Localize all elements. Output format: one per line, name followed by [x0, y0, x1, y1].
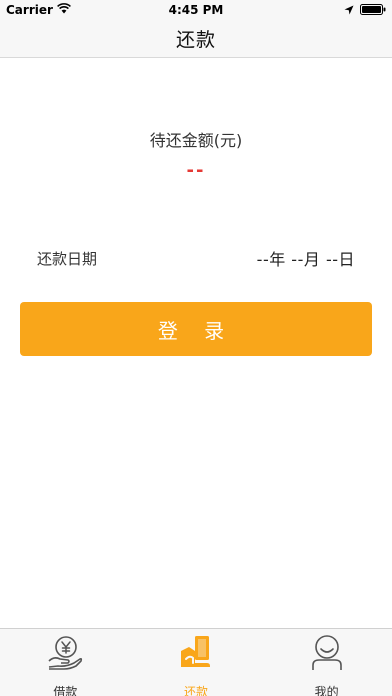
tab-repay[interactable]: 还款 — [131, 629, 262, 696]
user-profile-icon — [308, 633, 346, 675]
status-time: 4:45 PM — [168, 3, 224, 17]
repay-hand-icon — [177, 633, 215, 675]
due-date-value: --年 --月 --日 — [256, 250, 355, 269]
page-title: 还款 — [175, 29, 216, 51]
tab-label-loan: 借款 — [53, 685, 78, 696]
battery-icon — [360, 4, 386, 18]
tab-label-repay: 还款 — [184, 685, 209, 696]
due-date-row: 还款日期 --年 --月 --日 — [37, 246, 355, 270]
location-arrow-icon — [344, 4, 354, 18]
tab-bar: 借款 还款 我的 — [0, 628, 392, 696]
login-button[interactable]: 登 录 — [20, 302, 372, 356]
loan-yen-hand-icon — [46, 633, 84, 675]
tab-profile[interactable]: 我的 — [261, 629, 392, 696]
navigation-bar: 还款 — [0, 20, 392, 58]
status-bar: Carrier 4:45 PM — [0, 0, 392, 20]
status-right — [344, 4, 386, 18]
tab-loan[interactable]: 借款 — [0, 629, 131, 696]
amount-due-value: -- — [186, 160, 206, 181]
amount-due-label: 待还金额(元) — [149, 131, 243, 150]
due-date-label: 还款日期 — [37, 249, 98, 268]
app-screen: Carrier 4:45 PM 还款 待还金额(元) -- 还款日期 --年 -… — [0, 0, 392, 696]
tab-label-profile: 我的 — [314, 685, 339, 696]
